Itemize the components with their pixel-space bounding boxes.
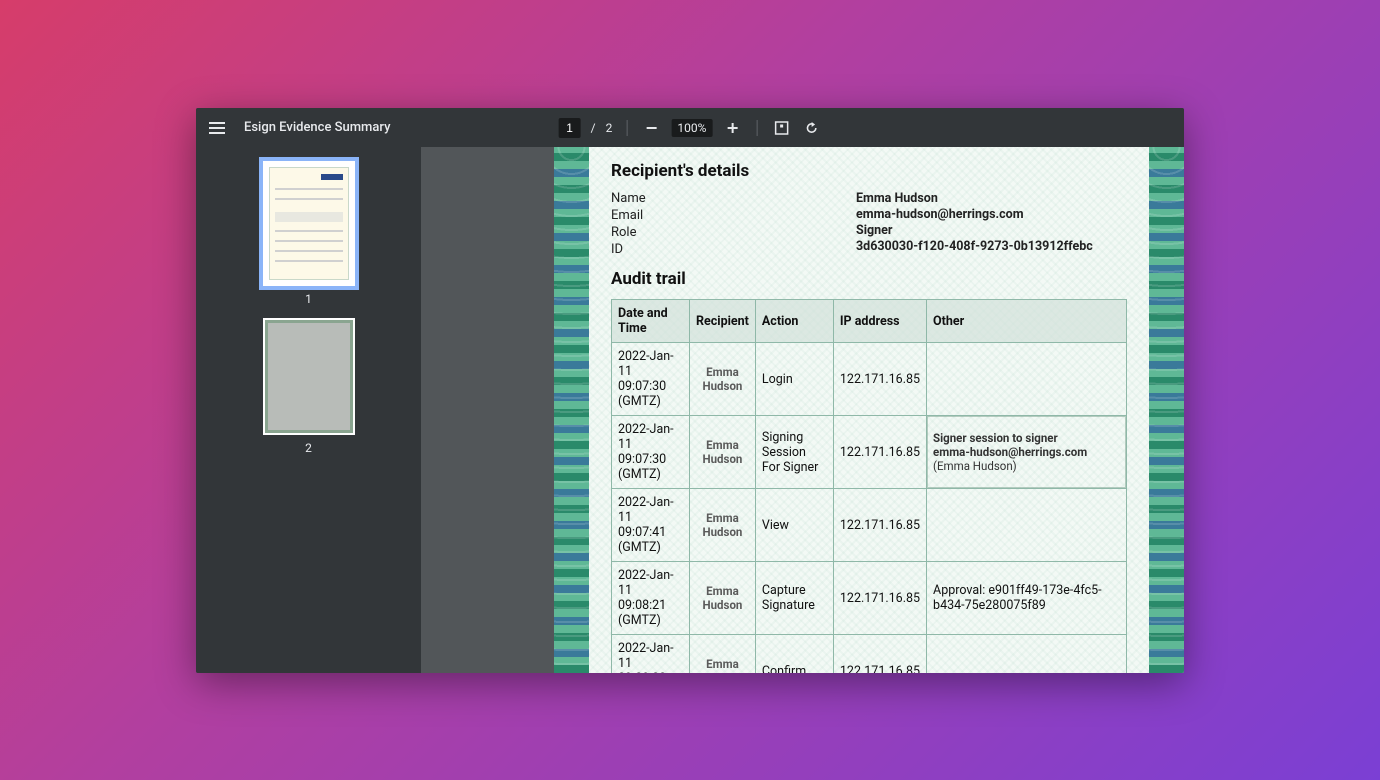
cell-recipient: Emma Hudson	[690, 489, 756, 562]
value-email: emma-hudson@herrings.com	[856, 207, 1093, 222]
cell-ip: 122.171.16.85	[833, 489, 926, 562]
toolbar-center: / 2 100%	[559, 118, 822, 138]
cell-datetime: 2022-Jan-11 09:08:33 (GMTZ)	[612, 635, 690, 674]
cell-action: Confirm	[755, 635, 833, 674]
cell-datetime: 2022-Jan-11 09:07:41 (GMTZ)	[612, 489, 690, 562]
thumbnail-sidebar: 1 2	[196, 147, 421, 673]
cell-datetime: 2022-Jan-11 09:07:30 (GMTZ)	[612, 343, 690, 416]
cell-other: Approval: e901ff49-173e-4fc5-b434-75e280…	[927, 562, 1127, 635]
zoom-out-button[interactable]	[641, 118, 661, 138]
rotate-icon	[803, 120, 819, 136]
cell-action: Login	[755, 343, 833, 416]
label-role: Role	[611, 225, 856, 240]
value-id: 3d630030-f120-408f-9273-0b13912ffebc	[856, 239, 1093, 254]
recipient-details: Name Email Role ID Emma Hudson emma-huds…	[611, 191, 1127, 257]
certificate-border-left	[554, 147, 589, 673]
minus-icon	[644, 121, 658, 135]
table-header-row: Date and Time Recipient Action IP addres…	[612, 300, 1127, 343]
cell-other	[927, 489, 1127, 562]
thumbnail-1-label: 1	[305, 292, 312, 306]
cell-action: View	[755, 489, 833, 562]
total-pages: 2	[606, 121, 613, 135]
cell-datetime: 2022-Jan-11 09:08:21 (GMTZ)	[612, 562, 690, 635]
zoom-level: 100%	[671, 119, 712, 137]
th-other: Other	[927, 300, 1127, 343]
fit-page-button[interactable]	[771, 118, 791, 138]
document-title: Esign Evidence Summary	[244, 120, 390, 135]
th-action: Action	[755, 300, 833, 343]
recipient-heading: Recipient's details	[611, 161, 1127, 181]
table-row: 2022-Jan-11 09:07:41 (GMTZ)Emma HudsonVi…	[612, 489, 1127, 562]
table-row: 2022-Jan-11 09:07:30 (GMTZ)Emma HudsonSi…	[612, 416, 1127, 489]
cell-other	[927, 343, 1127, 416]
table-row: 2022-Jan-11 09:08:33 (GMTZ)Emma HudsonCo…	[612, 635, 1127, 674]
cell-ip: 122.171.16.85	[833, 635, 926, 674]
audit-trail-table: Date and Time Recipient Action IP addres…	[611, 299, 1127, 673]
cell-datetime: 2022-Jan-11 09:07:30 (GMTZ)	[612, 416, 690, 489]
cell-action: Signing Session For Signer	[755, 416, 833, 489]
separator	[756, 120, 757, 136]
certificate-border-right	[1149, 147, 1184, 673]
thumbnail-2-wrap: 2	[263, 318, 355, 455]
th-datetime: Date and Time	[612, 300, 690, 343]
rotate-button[interactable]	[801, 118, 821, 138]
pdf-viewer: Esign Evidence Summary / 2 100%	[196, 108, 1184, 673]
cell-recipient: Emma Hudson	[690, 343, 756, 416]
thumbnail-2[interactable]	[263, 318, 355, 435]
audit-heading: Audit trail	[611, 269, 1127, 289]
value-name: Emma Hudson	[856, 191, 1093, 206]
plus-icon	[725, 121, 739, 135]
cell-other: Signer session to signeremma-hudson@herr…	[927, 416, 1127, 489]
cell-recipient: Emma Hudson	[690, 635, 756, 674]
separator	[626, 120, 627, 136]
page-number-input[interactable]	[559, 118, 581, 138]
cell-recipient: Emma Hudson	[690, 416, 756, 489]
cell-ip: 122.171.16.85	[833, 343, 926, 416]
menu-button[interactable]	[206, 117, 228, 139]
page-separator: /	[591, 121, 596, 135]
label-name: Name	[611, 191, 856, 206]
value-role: Signer	[856, 223, 1093, 238]
document-page: Recipient's details Name Email Role ID E…	[554, 147, 1184, 673]
cell-other	[927, 635, 1127, 674]
cell-action: Capture Signature	[755, 562, 833, 635]
th-ip: IP address	[833, 300, 926, 343]
toolbar: Esign Evidence Summary / 2 100%	[196, 108, 1184, 147]
label-id: ID	[611, 242, 856, 257]
label-email: Email	[611, 208, 856, 223]
zoom-in-button[interactable]	[722, 118, 742, 138]
cell-ip: 122.171.16.85	[833, 562, 926, 635]
cell-recipient: Emma Hudson	[690, 562, 756, 635]
fit-page-icon	[773, 120, 789, 136]
table-row: 2022-Jan-11 09:07:30 (GMTZ)Emma HudsonLo…	[612, 343, 1127, 416]
cell-ip: 122.171.16.85	[833, 416, 926, 489]
thumbnail-1-wrap: 1	[263, 161, 355, 306]
table-row: 2022-Jan-11 09:08:21 (GMTZ)Emma HudsonCa…	[612, 562, 1127, 635]
thumbnail-1[interactable]	[263, 161, 355, 286]
page-content-area[interactable]: Recipient's details Name Email Role ID E…	[421, 147, 1184, 673]
th-recipient: Recipient	[690, 300, 756, 343]
hamburger-icon	[209, 122, 225, 134]
thumbnail-2-label: 2	[305, 441, 312, 455]
